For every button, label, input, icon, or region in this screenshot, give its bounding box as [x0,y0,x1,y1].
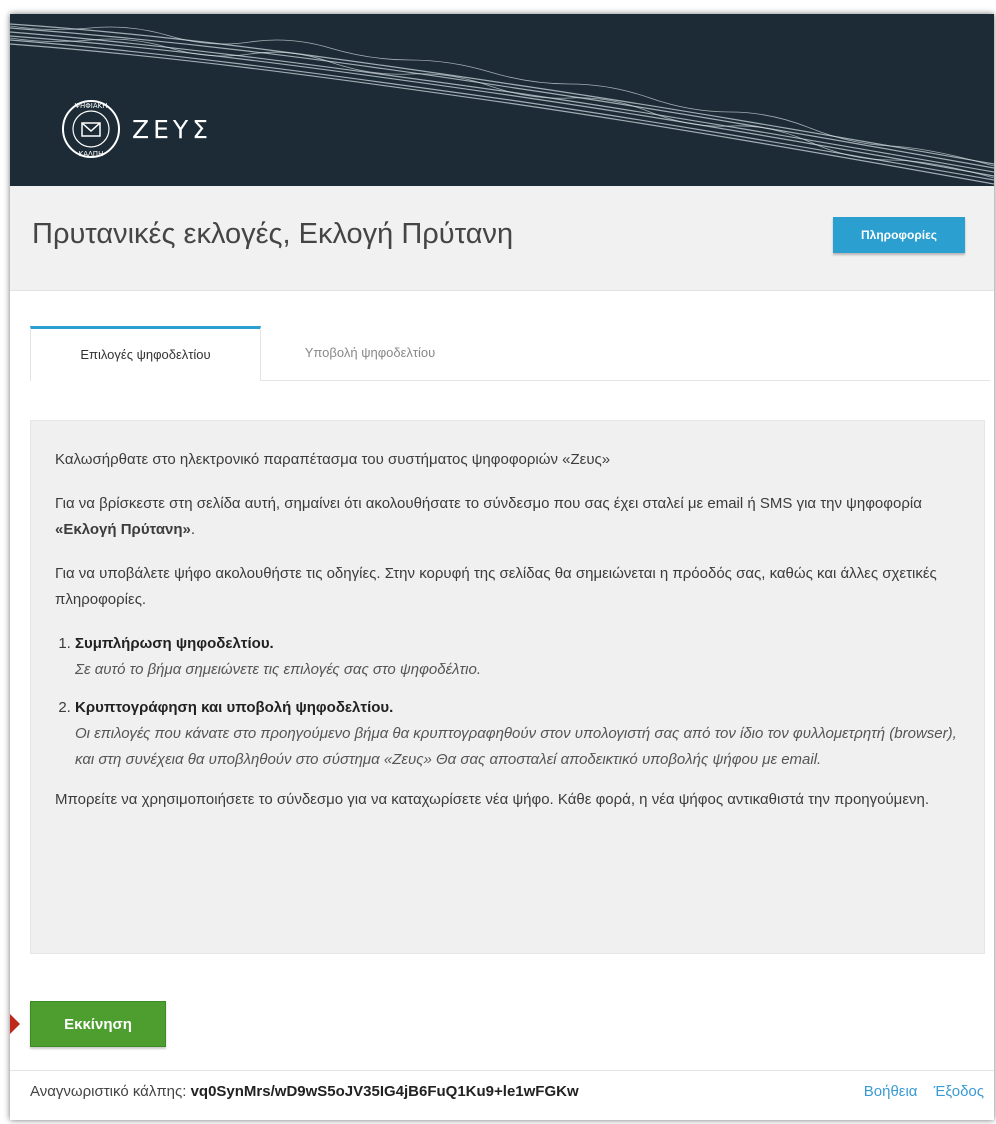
tab-ballot-options[interactable]: Επιλογές ψηφοδελτίου [30,326,261,381]
start-button[interactable]: Εκκίνηση [30,1001,166,1047]
welcome-text: Καλωσήρθατε στο ηλεκτρονικό παραπέτασμα … [55,451,611,468]
help-link[interactable]: Βοήθεια [864,1083,918,1100]
intro-text-main: Για να βρίσκεστε στη σελίδα αυτή, σημαίν… [55,495,922,512]
intro-text: Για να βρίσκεστε στη σελίδα αυτή, σημαίν… [55,491,958,543]
election-name: «Εκλογή Πρύτανη» [55,521,191,538]
tab-ballot-submission[interactable]: Υποβολή ψηφοδελτίου [270,326,470,380]
site-header: ΨΗΦΙΑΚΗ ΚΑΛΠΗ ΖΕΥΣ [10,14,994,186]
voter-id-value: vq0SynMrs/wD9wS5oJV35IG4jB6FuQ1Ku9+le1wF… [190,1083,579,1100]
ballot-box-seal-icon: ΨΗΦΙΑΚΗ ΚΑΛΠΗ [62,100,120,158]
browser-frame: ΨΗΦΙΑΚΗ ΚΑΛΠΗ ΖΕΥΣ Πρυτανικές εκλογές, Ε… [10,14,994,1120]
footer-links: Βοήθεια Έξοδος [852,1083,984,1100]
footer: Αναγνωριστικό κάλπης: vq0SynMrs/wD9wS5oJ… [10,1070,994,1120]
steps-list: Συμπλήρωση ψηφοδελτίου. Σε αυτό το βήμα … [55,631,958,773]
step-description: Οι επιλογές που κάνατε στο προηγούμενο β… [75,725,957,768]
title-bar: Πρυτανικές εκλογές, Εκλογή Πρύτανη Πληρο… [10,186,994,291]
tab-bar: Επιλογές ψηφοδελτίου Υποβολή ψηφοδελτίου [30,326,990,381]
page-title: Πρυτανικές εκλογές, Εκλογή Πρύτανη [32,218,514,250]
voter-id-label: Αναγνωριστικό κάλπης: [30,1083,187,1100]
seal-text-top: ΨΗΦΙΑΚΗ [75,102,108,110]
step-description: Σε αυτό το βήμα σημειώνετε τις επιλογές … [75,661,481,678]
logout-link[interactable]: Έξοδος [934,1083,984,1100]
step-title: Κρυπτογράφηση και υποβολή ψηφοδελτίου. [75,699,394,716]
intro-text-end: . [190,521,196,538]
seal-text-bottom: ΚΑΛΠΗ [79,150,104,158]
step-item: Συμπλήρωση ψηφοδελτίου. Σε αυτό το βήμα … [75,631,958,683]
logo-text: ΖΕΥΣ [132,114,212,144]
instructions-text: Για να υποβάλετε ψήφο ακολουθήστε τις οδ… [55,565,937,608]
info-button[interactable]: Πληροφορίες [833,217,965,253]
revote-text: Μπορείτε να χρησιμοποιήσετε το σύνδεσμο … [55,791,930,808]
step-title: Συμπλήρωση ψηφοδελτίου. [75,635,274,652]
instructions-panel: Καλωσήρθατε στο ηλεκτρονικό παραπέτασμα … [30,420,985,954]
step-item: Κρυπτογράφηση και υποβολή ψηφοδελτίου. Ο… [75,695,958,773]
zeus-logo[interactable]: ΨΗΦΙΑΚΗ ΚΑΛΠΗ ΖΕΥΣ [60,98,212,160]
pointer-arrow-icon [10,1014,20,1034]
voter-id-line: Αναγνωριστικό κάλπης: vq0SynMrs/wD9wS5oJ… [30,1083,579,1100]
